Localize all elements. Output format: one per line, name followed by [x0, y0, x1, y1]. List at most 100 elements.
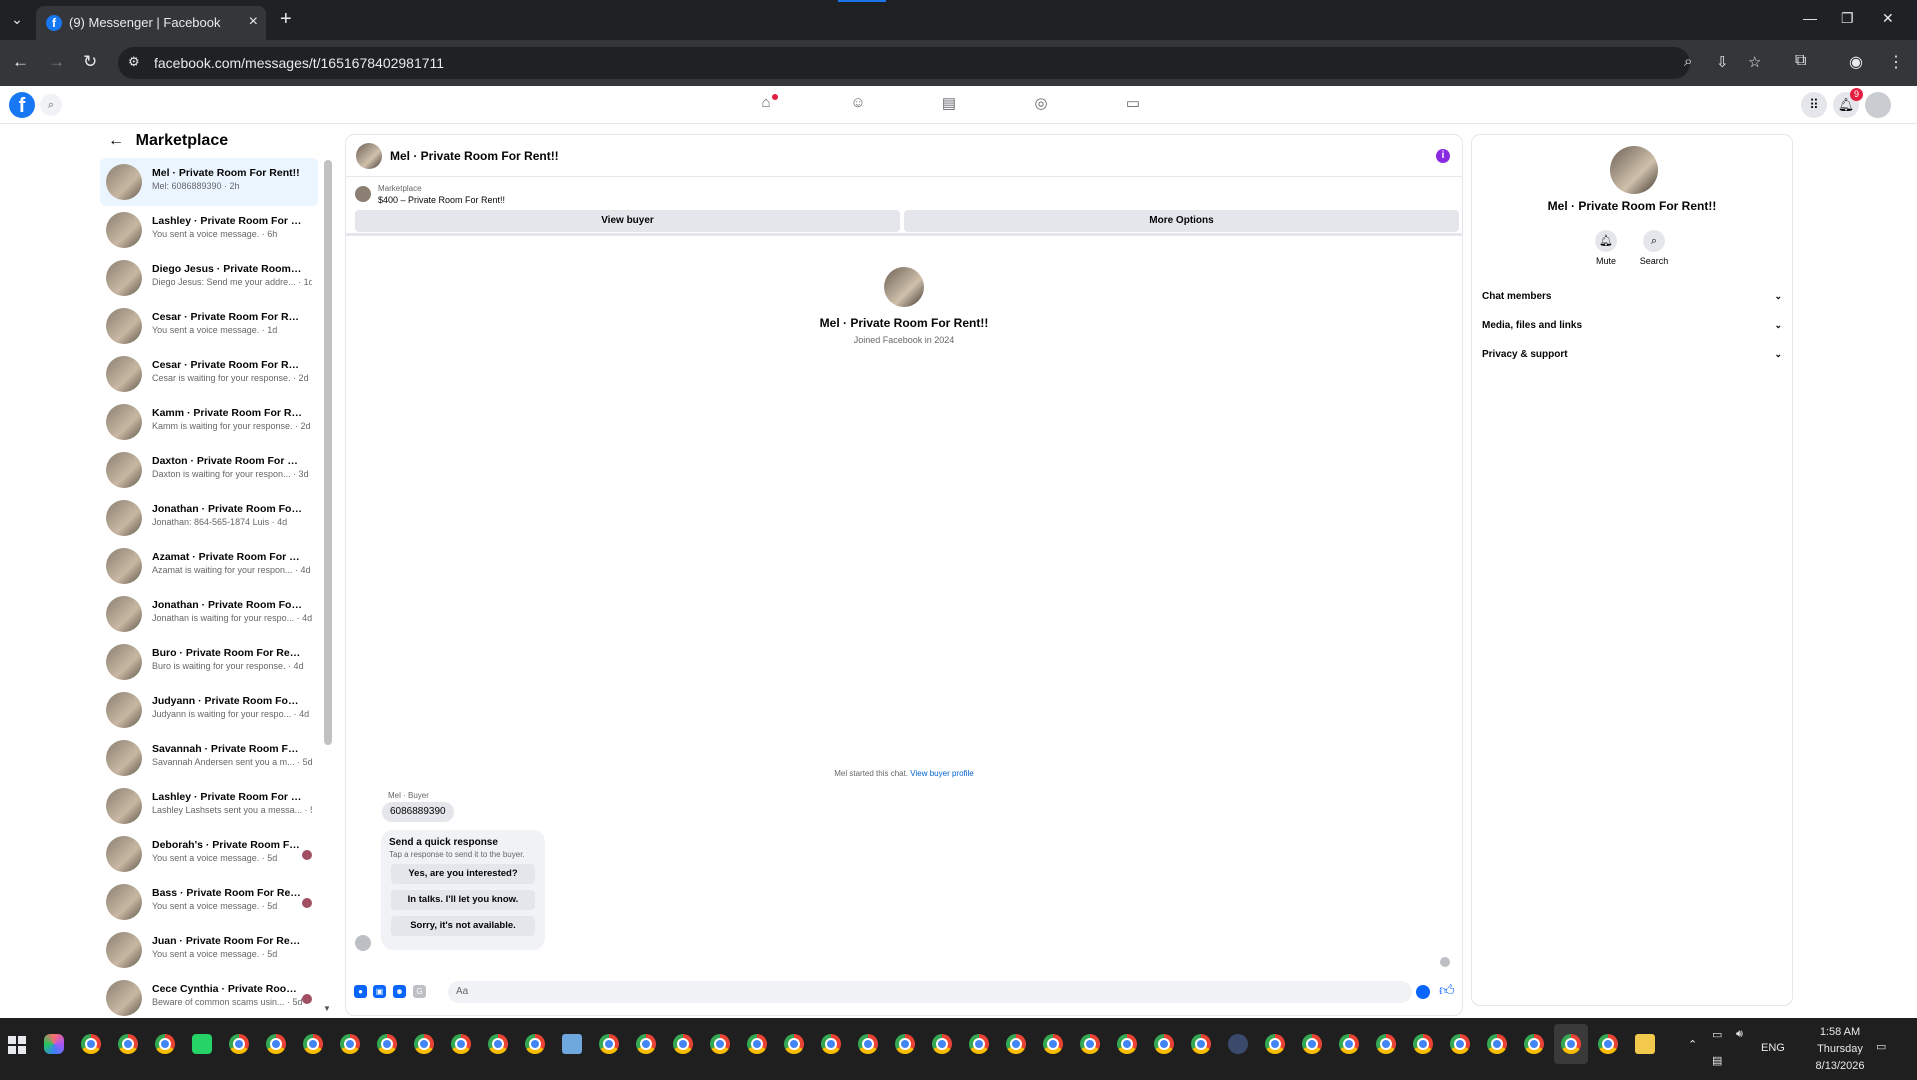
chat-title[interactable]: Mel · Private Room For Rent!!	[390, 149, 559, 163]
chrome-icon[interactable]	[747, 1034, 767, 1054]
marketplace-icon[interactable]: ▤	[937, 94, 961, 116]
site-info-icon[interactable]: ⚙	[128, 54, 140, 70]
conversation-item[interactable]: Cesar · Private Room For Rent!! You sent …	[100, 302, 318, 350]
restore-icon[interactable]: ❐	[1841, 10, 1854, 27]
back-icon[interactable]: ←	[12, 52, 29, 72]
close-window-icon[interactable]: ✕	[1882, 10, 1894, 27]
tab-search-icon[interactable]: ⌄	[6, 8, 28, 30]
view-buyer-profile-link[interactable]: View buyer profile	[910, 769, 973, 778]
details-avatar[interactable]	[1610, 146, 1658, 194]
chrome-icon[interactable]	[858, 1034, 878, 1054]
home-icon[interactable]: ⌂	[754, 94, 778, 116]
conversation-item[interactable]: Azamat · Private Room For Rent!! Azamat i…	[100, 542, 318, 590]
photo-icon[interactable]: ▣	[373, 985, 386, 998]
facebook-logo-icon[interactable]: f	[9, 92, 35, 118]
view-buyer-button[interactable]: View buyer	[355, 210, 900, 232]
account-avatar[interactable]	[1865, 92, 1891, 118]
gaming-icon[interactable]: ▭	[1121, 94, 1145, 116]
listing-thumbnail[interactable]	[355, 186, 371, 202]
quick-response-yes[interactable]: Yes, are you interested?	[391, 864, 535, 884]
chrome-icon[interactable]	[1450, 1034, 1470, 1054]
chrome-icon[interactable]	[1487, 1034, 1507, 1054]
forward-icon[interactable]: →	[48, 52, 65, 72]
chrome-icon[interactable]	[1117, 1034, 1137, 1054]
notification-center-icon[interactable]: ▭	[1876, 1040, 1886, 1053]
conversation-item[interactable]: Bass · Private Room For Rent!! You sent a…	[100, 878, 318, 926]
whatsapp-icon[interactable]	[192, 1034, 212, 1054]
menu-icon[interactable]: ⋮	[1888, 52, 1904, 72]
chevron-up-icon[interactable]: ⌃	[1688, 1038, 1697, 1051]
chat-avatar[interactable]	[356, 143, 382, 169]
groups-icon[interactable]: ◎	[1029, 94, 1053, 116]
chrome-icon[interactable]	[636, 1034, 656, 1054]
mute-button[interactable]: 🔔︎ Mute	[1586, 230, 1626, 266]
chrome-icon[interactable]	[1376, 1034, 1396, 1054]
new-tab-icon[interactable]: +	[280, 8, 292, 31]
message-input[interactable]: Aa	[448, 981, 1412, 1003]
copilot-icon[interactable]	[44, 1034, 64, 1054]
chrome-icon[interactable]	[81, 1034, 101, 1054]
chrome-icon[interactable]	[784, 1034, 804, 1054]
chrome-icon[interactable]	[1043, 1034, 1063, 1054]
chrome-icon[interactable]	[1524, 1034, 1544, 1054]
gif-icon[interactable]: G	[413, 985, 426, 998]
notepad-icon[interactable]	[562, 1034, 582, 1054]
conversation-item[interactable]: Jonathan · Private Room For Re... Jonatha…	[100, 590, 318, 638]
conversation-item[interactable]: Savannah · Private Room For R... Savannah…	[100, 734, 318, 782]
microphone-icon[interactable]: ●	[354, 985, 367, 998]
emoji-icon[interactable]	[1416, 985, 1430, 999]
chrome-icon[interactable]	[266, 1034, 286, 1054]
conversation-item[interactable]: Lashley · Private Room For Rent!! You sen…	[100, 206, 318, 254]
conversation-item[interactable]: Buro · Private Room For Rent!! Buro is wa…	[100, 638, 318, 686]
chrome-icon[interactable]	[599, 1034, 619, 1054]
conversation-item[interactable]: Deborah's · Private Room Fo... You sent a…	[100, 830, 318, 878]
url-text[interactable]: facebook.com/messages/t/1651678402981711	[154, 55, 444, 71]
conversation-item[interactable]: Cesar · Private Room For Rent!! Cesar is …	[100, 350, 318, 398]
chat-members-section[interactable]: Chat members ⌄	[1482, 291, 1782, 302]
search-icon[interactable]: ⌕	[40, 94, 62, 116]
chrome-icon[interactable]	[1191, 1034, 1211, 1054]
address-bar[interactable]: ⚙ facebook.com/messages/t/16516784029817…	[118, 47, 1761, 79]
extensions-icon[interactable]: ⧉	[1795, 52, 1806, 70]
conversation-item[interactable]: Judyann · Private Room For Re... Judyann …	[100, 686, 318, 734]
close-tab-icon[interactable]: ×	[249, 13, 258, 31]
language-indicator[interactable]: ENG	[1761, 1042, 1785, 1054]
back-arrow-icon[interactable]: ←	[108, 132, 124, 149]
quick-response-not-available[interactable]: Sorry, it's not available.	[391, 916, 535, 936]
chrome-icon[interactable]	[821, 1034, 841, 1054]
zoom-icon[interactable]: ⌕	[1684, 53, 1692, 70]
chrome-icon[interactable]	[1561, 1034, 1581, 1054]
chrome-icon[interactable]	[303, 1034, 323, 1054]
chrome-icon[interactable]	[118, 1034, 138, 1054]
chrome-icon[interactable]	[414, 1034, 434, 1054]
chrome-icon[interactable]	[1006, 1034, 1026, 1054]
chrome-icon[interactable]	[488, 1034, 508, 1054]
chrome-icon[interactable]	[1080, 1034, 1100, 1054]
quick-response-in-talks[interactable]: In talks. I'll let you know.	[391, 890, 535, 910]
chrome-icon[interactable]	[340, 1034, 360, 1054]
scroll-down-icon[interactable]: ▼	[323, 1004, 331, 1013]
profile-icon[interactable]: ◉	[1849, 52, 1863, 72]
chrome-icon[interactable]	[710, 1034, 730, 1054]
chrome-icon[interactable]	[932, 1034, 952, 1054]
more-options-button[interactable]: More Options	[904, 210, 1459, 232]
conversation-item[interactable]: Juan · Private Room For Rent!! You sent a…	[100, 926, 318, 974]
sticker-icon[interactable]: ☻	[393, 985, 406, 998]
bookmark-star-icon[interactable]: ☆	[1748, 53, 1761, 71]
conversation-scrollbar[interactable]	[324, 160, 332, 745]
conversation-item[interactable]: Kamm · Private Room For Rent!! Kamm is wa…	[100, 398, 318, 446]
chrome-icon[interactable]	[969, 1034, 989, 1054]
network-icon[interactable]: ▤	[1712, 1054, 1722, 1067]
minimize-icon[interactable]: —	[1803, 10, 1817, 26]
conversation-item[interactable]: Jonathan · Private Room For Re... Jonatha…	[100, 494, 318, 542]
conversation-item[interactable]: Diego Jesus · Private Room For... Diego J…	[100, 254, 318, 302]
search-in-chat-button[interactable]: ⌕ Search	[1634, 230, 1674, 266]
chrome-icon[interactable]	[1154, 1034, 1174, 1054]
media-section[interactable]: Media, files and links ⌄	[1482, 320, 1782, 331]
conversation-item[interactable]: Cece Cynthia · Private Room ... Beware of…	[100, 974, 318, 1016]
meet-now-icon[interactable]: ▭	[1712, 1028, 1722, 1041]
listing-price[interactable]: $400 – Private Room For Rent!!	[378, 195, 505, 205]
conversation-item[interactable]: Mel · Private Room For Rent!! Mel: 608688…	[100, 158, 318, 206]
chrome-icon[interactable]	[451, 1034, 471, 1054]
chrome-icon[interactable]	[229, 1034, 249, 1054]
